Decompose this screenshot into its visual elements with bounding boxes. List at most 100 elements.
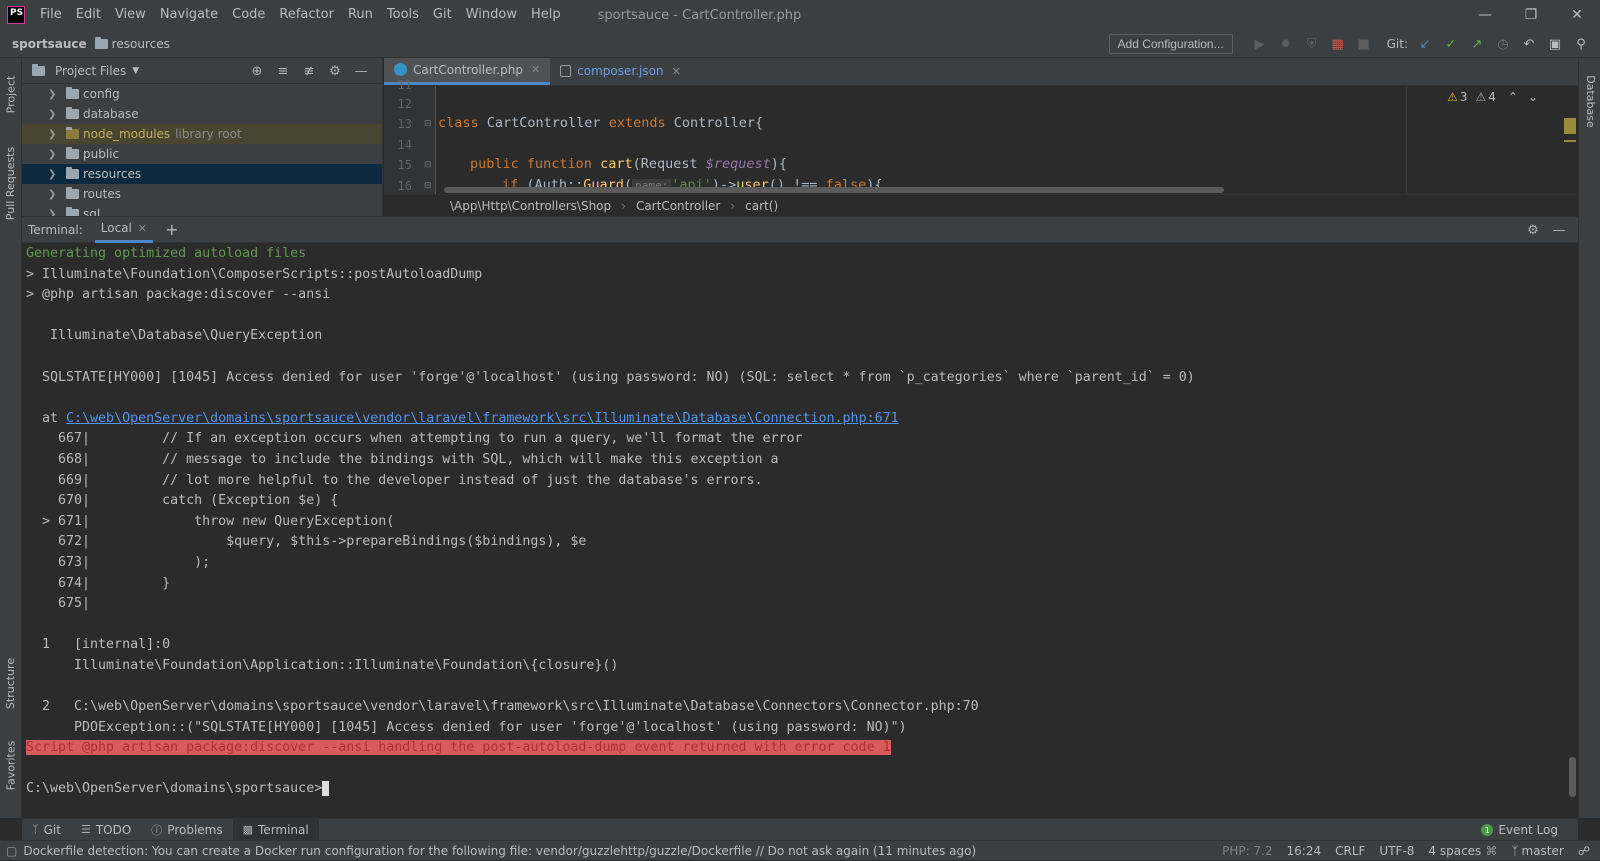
- hide-panel-icon[interactable]: —: [1546, 220, 1572, 240]
- gear-icon[interactable]: ⚙: [322, 61, 348, 81]
- line-number: 14: [397, 138, 412, 152]
- favorites-tool-tab[interactable]: Favorites: [0, 730, 22, 800]
- expand-all-icon[interactable]: ≡: [270, 61, 296, 81]
- debug-icon[interactable]: ✹: [1275, 33, 1297, 55]
- lock-icon[interactable]: ☍: [1578, 844, 1590, 858]
- chevron-right-icon[interactable]: ❯: [48, 189, 60, 200]
- tree-item-node-modules[interactable]: ❯ node_modules library root: [22, 124, 382, 144]
- tab-composer-json[interactable]: composer.json ✕: [550, 58, 691, 85]
- git-commit-icon[interactable]: ✓: [1440, 33, 1462, 55]
- tool-tab-problems[interactable]: ⓘ Problems: [141, 819, 232, 841]
- menu-file[interactable]: File: [33, 0, 69, 30]
- breadcrumb-namespace[interactable]: \App\Http\Controllers\Shop: [450, 199, 611, 213]
- gear-icon[interactable]: ⚙: [1520, 220, 1546, 240]
- coverage-icon[interactable]: ⛨: [1301, 33, 1323, 55]
- close-icon[interactable]: ✕: [1554, 0, 1600, 30]
- breadcrumb-folder[interactable]: resources: [112, 37, 170, 51]
- tool-tab-todo[interactable]: ☰ TODO: [71, 819, 141, 841]
- fold-icon[interactable]: ⊟: [424, 181, 432, 191]
- chevron-right-icon[interactable]: ❯: [48, 209, 60, 217]
- pull-requests-tool-tab[interactable]: Pull Requests: [0, 138, 22, 228]
- terminal-tools: ⚙ —: [1520, 217, 1572, 243]
- line-separator[interactable]: CRLF: [1335, 844, 1365, 858]
- close-tab-icon[interactable]: ✕: [138, 222, 147, 235]
- database-tool-tab[interactable]: Database: [1579, 66, 1600, 136]
- chevron-up-icon[interactable]: ⌃: [1508, 90, 1518, 104]
- status-message[interactable]: Dockerfile detection: You can create a D…: [23, 844, 976, 858]
- tree-item-sql[interactable]: ❯ sql: [22, 204, 382, 216]
- chevron-down-icon[interactable]: ▼: [132, 66, 139, 76]
- profile-icon[interactable]: ▦: [1327, 33, 1349, 55]
- error-stripe-marker[interactable]: [1564, 140, 1576, 142]
- menu-code[interactable]: Code: [225, 0, 272, 30]
- restore-icon[interactable]: ❐: [1508, 0, 1554, 30]
- layout-icon[interactable]: ▣: [1544, 33, 1566, 55]
- code-area[interactable]: class CartController extends Controller{…: [438, 86, 1488, 194]
- project-view-selector[interactable]: Project Files: [55, 64, 126, 78]
- fold-icon[interactable]: ⊟: [424, 160, 432, 170]
- caret-position[interactable]: 16:24: [1287, 844, 1322, 858]
- locate-icon[interactable]: ⊕: [244, 61, 270, 81]
- menu-window[interactable]: Window: [459, 0, 524, 30]
- menu-refactor[interactable]: Refactor: [272, 0, 341, 30]
- new-terminal-icon[interactable]: +: [165, 220, 178, 239]
- file-encoding[interactable]: UTF-8: [1379, 844, 1414, 858]
- right-margin-guide: [1406, 86, 1407, 194]
- chevron-right-icon[interactable]: ❯: [48, 169, 60, 180]
- folder-icon: [32, 63, 45, 76]
- chevron-right-icon[interactable]: ❯: [48, 89, 60, 100]
- fold-icon[interactable]: ⊟: [424, 119, 432, 129]
- run-icon[interactable]: ▶: [1249, 33, 1271, 55]
- chevron-right-icon[interactable]: ❯: [48, 129, 60, 140]
- vertical-scrollbar[interactable]: [1569, 757, 1576, 797]
- structure-tool-tab[interactable]: Structure: [0, 648, 22, 718]
- menu-run[interactable]: Run: [341, 0, 380, 30]
- add-configuration-button[interactable]: Add Configuration...: [1108, 34, 1233, 54]
- horizontal-scrollbar[interactable]: [444, 187, 1224, 193]
- terminal-output[interactable]: Generating optimized autoload files > Il…: [22, 244, 1562, 819]
- menu-view[interactable]: View: [108, 0, 153, 30]
- tree-item-routes[interactable]: ❯ routes: [22, 184, 382, 204]
- git-branch[interactable]: master: [1522, 844, 1564, 858]
- php-version[interactable]: PHP: 7.2: [1222, 844, 1272, 858]
- rollback-icon[interactable]: ↶: [1518, 33, 1540, 55]
- search-icon[interactable]: ⚲: [1570, 33, 1592, 55]
- terminal-prompt[interactable]: C:\web\OpenServer\domains\sportsauce>: [26, 779, 1558, 800]
- collapse-all-icon[interactable]: ≢: [296, 61, 322, 81]
- indent-setting[interactable]: 4 spaces: [1428, 844, 1481, 858]
- chevron-right-icon[interactable]: ❯: [48, 149, 60, 160]
- error-stripe-marker[interactable]: [1564, 118, 1576, 134]
- navbar-toolbar: Add Configuration... ▶ ✹ ⛨ ▦ ■ Git: ↙ ✓ …: [1108, 30, 1594, 58]
- breadcrumb-class[interactable]: CartController: [636, 199, 720, 213]
- breadcrumb-project[interactable]: sportsauce: [12, 37, 87, 51]
- menu-tools[interactable]: Tools: [380, 0, 426, 30]
- chevron-down-icon[interactable]: ⌄: [1528, 90, 1538, 104]
- tool-tab-terminal[interactable]: ▩ Terminal: [232, 818, 319, 841]
- tool-tab-git[interactable]: ᛉ Git: [22, 819, 71, 841]
- close-tab-icon[interactable]: ✕: [531, 63, 540, 76]
- menu-help[interactable]: Help: [524, 0, 568, 30]
- hide-panel-icon[interactable]: —: [348, 61, 374, 81]
- menu-navigate[interactable]: Navigate: [153, 0, 225, 30]
- breadcrumb-method[interactable]: cart(): [745, 199, 778, 213]
- menu-git[interactable]: Git: [426, 0, 459, 30]
- tree-item-public[interactable]: ❯ public: [22, 144, 382, 164]
- tree-item-resources[interactable]: ❯ resources: [22, 164, 382, 184]
- git-history-icon[interactable]: ◷: [1492, 33, 1514, 55]
- tree-item-database[interactable]: ❯ database: [22, 104, 382, 124]
- git-update-icon[interactable]: ↙: [1414, 33, 1436, 55]
- inspection-widget[interactable]: ⚠ 3 ⚠ 4 ⌃ ⌄: [1447, 90, 1538, 104]
- minimize-icon[interactable]: —: [1462, 0, 1508, 30]
- project-tool-tab[interactable]: Project: [0, 64, 22, 124]
- stop-icon[interactable]: ■: [1353, 33, 1375, 55]
- line-number: 16: [397, 179, 412, 193]
- menu-edit[interactable]: Edit: [69, 0, 108, 30]
- terminal-tab-local[interactable]: Local ✕: [94, 217, 154, 243]
- event-log-button[interactable]: 1 Event Log: [1481, 819, 1558, 841]
- git-push-icon[interactable]: ↗: [1466, 33, 1488, 55]
- file-link[interactable]: C:\web\OpenServer\domains\sportsauce\ven…: [66, 411, 899, 426]
- status-toggle-icon[interactable]: ▢: [6, 844, 17, 858]
- tree-item-config[interactable]: ❯ config: [22, 84, 382, 104]
- chevron-right-icon[interactable]: ❯: [48, 109, 60, 120]
- close-tab-icon[interactable]: ✕: [672, 65, 681, 78]
